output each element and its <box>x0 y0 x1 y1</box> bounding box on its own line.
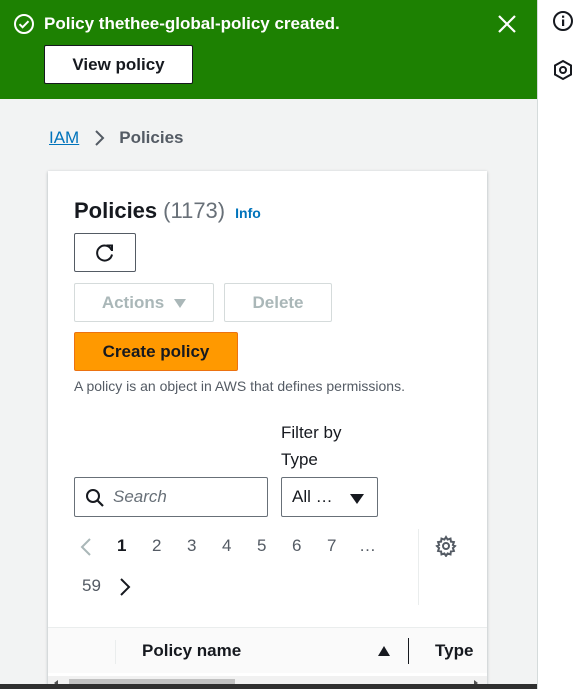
sort-ascending-icon[interactable] <box>378 646 390 656</box>
window-bottom-edge <box>0 684 537 689</box>
success-check-icon <box>14 14 34 34</box>
create-policy-button[interactable]: Create policy <box>74 332 238 371</box>
settings-hexagon-icon <box>554 59 572 81</box>
flash-message: Policy thethee-global-policy created. <box>44 14 340 33</box>
gear-icon[interactable] <box>435 535 457 557</box>
breadcrumb: IAM Policies <box>49 127 184 149</box>
info-panel-button[interactable] <box>551 9 575 33</box>
info-icon <box>553 11 573 31</box>
page-ellipsis: … <box>359 536 376 555</box>
chevron-right-icon <box>95 130 105 146</box>
actions-label: Actions <box>101 292 165 312</box>
column-resize-handle[interactable] <box>408 638 409 664</box>
page-button-6[interactable]: 6 <box>292 535 301 557</box>
page-button-2[interactable]: 2 <box>152 535 161 557</box>
column-header-policy-name[interactable]: Policy name <box>142 641 241 661</box>
search-field[interactable] <box>74 477 268 517</box>
pagination-divider <box>418 529 419 605</box>
page-button-3[interactable]: 3 <box>187 535 196 557</box>
search-input[interactable] <box>113 486 258 508</box>
caret-down-icon <box>350 494 364 504</box>
chevron-right-icon[interactable] <box>118 577 132 597</box>
policies-header: Policies (1173) Info <box>74 198 261 224</box>
resources-panel-button[interactable] <box>551 58 575 82</box>
page-button-59[interactable]: 59 <box>82 575 101 597</box>
refresh-button[interactable] <box>74 233 136 272</box>
breadcrumb-iam-link[interactable]: IAM <box>49 128 79 148</box>
page-button-4[interactable]: 4 <box>222 535 231 557</box>
type-filter-select[interactable]: All … <box>281 477 378 517</box>
search-icon <box>86 489 104 507</box>
caret-down-icon <box>174 299 187 308</box>
type-filter-value: All … <box>292 487 333 506</box>
policies-description: A policy is an object in AWS that define… <box>74 378 405 394</box>
policies-table-container: Policies (1173) Info Actions Delete Crea… <box>48 171 487 689</box>
column-divider <box>115 640 116 664</box>
page-button-5[interactable]: 5 <box>257 535 266 557</box>
right-tools-rail <box>537 0 588 689</box>
info-link[interactable]: Info <box>235 205 261 221</box>
table-header: Policy name Type <box>48 627 487 673</box>
close-icon[interactable] <box>496 13 518 35</box>
page-title: Policies <box>74 198 158 223</box>
refresh-icon <box>96 244 113 261</box>
actions-dropdown-button[interactable]: Actions <box>74 283 214 322</box>
page-button-7[interactable]: 7 <box>327 535 336 557</box>
delete-button[interactable]: Delete <box>224 283 332 322</box>
success-flash-banner: Policy thethee-global-policy created. Vi… <box>0 0 537 99</box>
filter-by-type-label: Filter by Type <box>281 423 342 469</box>
chevron-left-icon[interactable] <box>79 537 93 557</box>
page-button-1[interactable]: 1 <box>117 535 126 557</box>
column-header-type[interactable]: Type <box>435 641 473 661</box>
breadcrumb-current: Policies <box>119 128 184 147</box>
view-policy-button[interactable]: View policy <box>44 45 193 84</box>
policies-count: (1173) <box>163 198 226 223</box>
